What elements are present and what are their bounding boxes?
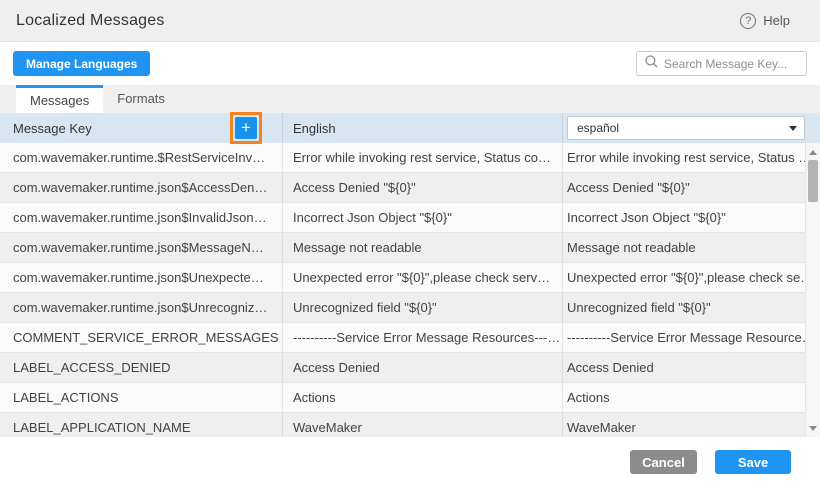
cell-message-key[interactable]: com.wavemaker.runtime.json$Unexpecte…	[0, 263, 283, 292]
column-header-language: español	[563, 113, 820, 143]
column-header-message-key: Message Key +	[0, 113, 283, 143]
table-body: com.wavemaker.runtime.$RestServiceInv… E…	[0, 143, 820, 437]
cell-english[interactable]: WaveMaker	[283, 413, 563, 437]
cell-localized[interactable]: Access Denied	[563, 353, 820, 382]
scroll-up-icon[interactable]	[806, 145, 820, 159]
cell-english[interactable]: Actions	[283, 383, 563, 412]
cell-message-key[interactable]: LABEL_APPLICATION_NAME	[0, 413, 283, 437]
toolbar: Manage Languages	[0, 42, 820, 85]
cell-message-key[interactable]: com.wavemaker.runtime.json$MessageN…	[0, 233, 283, 262]
cell-english[interactable]: Message not readable	[283, 233, 563, 262]
tab-formats[interactable]: Formats	[103, 85, 179, 113]
cell-english[interactable]: Unrecognized field "${0}"	[283, 293, 563, 322]
table-row[interactable]: LABEL_ACTIONS Actions Actions	[0, 383, 820, 413]
cell-message-key[interactable]: com.wavemaker.runtime.json$AccessDen…	[0, 173, 283, 202]
table-row[interactable]: com.wavemaker.runtime.json$InvalidJson… …	[0, 203, 820, 233]
vertical-scrollbar[interactable]	[805, 143, 820, 437]
cell-localized[interactable]: Message not readable	[563, 233, 820, 262]
cell-localized[interactable]: Unrecognized field "${0}"	[563, 293, 820, 322]
cell-localized[interactable]: Access Denied "${0}"	[563, 173, 820, 202]
title-bar: Localized Messages ? Help	[0, 0, 820, 42]
localized-messages-dialog: Localized Messages ? Help Manage Languag…	[0, 0, 820, 490]
help-link[interactable]: ? Help	[740, 13, 790, 29]
language-select-wrap: español	[567, 116, 805, 140]
language-select[interactable]: español	[567, 116, 805, 140]
cancel-button[interactable]: Cancel	[630, 450, 697, 474]
table-row[interactable]: com.wavemaker.runtime.$RestServiceInv… E…	[0, 143, 820, 173]
search-box[interactable]	[636, 51, 807, 76]
save-button[interactable]: Save	[715, 450, 791, 474]
cell-message-key[interactable]: com.wavemaker.runtime.json$InvalidJson…	[0, 203, 283, 232]
cell-english[interactable]: Unexpected error "${0}",please check ser…	[283, 263, 563, 292]
table-row[interactable]: com.wavemaker.runtime.json$MessageN… Mes…	[0, 233, 820, 263]
cell-english[interactable]: ----------Service Error Message Resource…	[283, 323, 563, 352]
cell-localized[interactable]: Unexpected error "${0}",please check se…	[563, 263, 820, 292]
cell-english[interactable]: Access Denied	[283, 353, 563, 382]
column-header-english: English	[283, 113, 563, 143]
table-row[interactable]: com.wavemaker.runtime.json$AccessDen… Ac…	[0, 173, 820, 203]
cell-english[interactable]: Incorrect Json Object "${0}"	[283, 203, 563, 232]
table-row[interactable]: LABEL_ACCESS_DENIED Access Denied Access…	[0, 353, 820, 383]
scrollbar-thumb[interactable]	[808, 160, 818, 202]
table-row[interactable]: LABEL_APPLICATION_NAME WaveMaker WaveMak…	[0, 413, 820, 437]
cell-english[interactable]: Access Denied "${0}"	[283, 173, 563, 202]
tab-bar: Messages Formats	[0, 85, 820, 113]
cell-message-key[interactable]: LABEL_ACTIONS	[0, 383, 283, 412]
search-input[interactable]	[664, 57, 798, 71]
tab-messages[interactable]: Messages	[16, 85, 103, 113]
highlight-annotation: +	[230, 112, 262, 144]
table-row[interactable]: COMMENT_SERVICE_ERROR_MESSAGES ---------…	[0, 323, 820, 353]
table-row[interactable]: com.wavemaker.runtime.json$Unexpecte… Un…	[0, 263, 820, 293]
manage-languages-button[interactable]: Manage Languages	[13, 51, 150, 76]
cell-localized[interactable]: Actions	[563, 383, 820, 412]
table-header-row: Message Key + English español	[0, 113, 820, 143]
search-icon	[645, 55, 658, 73]
cell-localized[interactable]: ----------Service Error Message Resource…	[563, 323, 820, 352]
scroll-down-icon[interactable]	[806, 421, 820, 435]
message-key-header-label: Message Key	[13, 121, 92, 136]
cell-localized[interactable]: Incorrect Json Object "${0}"	[563, 203, 820, 232]
question-circle-icon: ?	[740, 13, 756, 29]
messages-table: Message Key + English español com.wavema	[0, 113, 820, 437]
add-message-key-button[interactable]: +	[235, 117, 257, 139]
cell-message-key[interactable]: COMMENT_SERVICE_ERROR_MESSAGES	[0, 323, 283, 352]
cell-message-key[interactable]: com.wavemaker.runtime.$RestServiceInv…	[0, 143, 283, 172]
cell-message-key[interactable]: com.wavemaker.runtime.json$Unrecogniz…	[0, 293, 283, 322]
english-header-label: English	[293, 121, 336, 136]
cell-english[interactable]: Error while invoking rest service, Statu…	[283, 143, 563, 172]
help-label: Help	[763, 13, 790, 28]
cell-message-key[interactable]: LABEL_ACCESS_DENIED	[0, 353, 283, 382]
table-row[interactable]: com.wavemaker.runtime.json$Unrecogniz… U…	[0, 293, 820, 323]
dialog-footer: Cancel Save	[0, 437, 820, 490]
page-title: Localized Messages	[16, 12, 165, 30]
cell-localized[interactable]: Error while invoking rest service, Statu…	[563, 143, 820, 172]
cell-localized[interactable]: WaveMaker	[563, 413, 820, 437]
